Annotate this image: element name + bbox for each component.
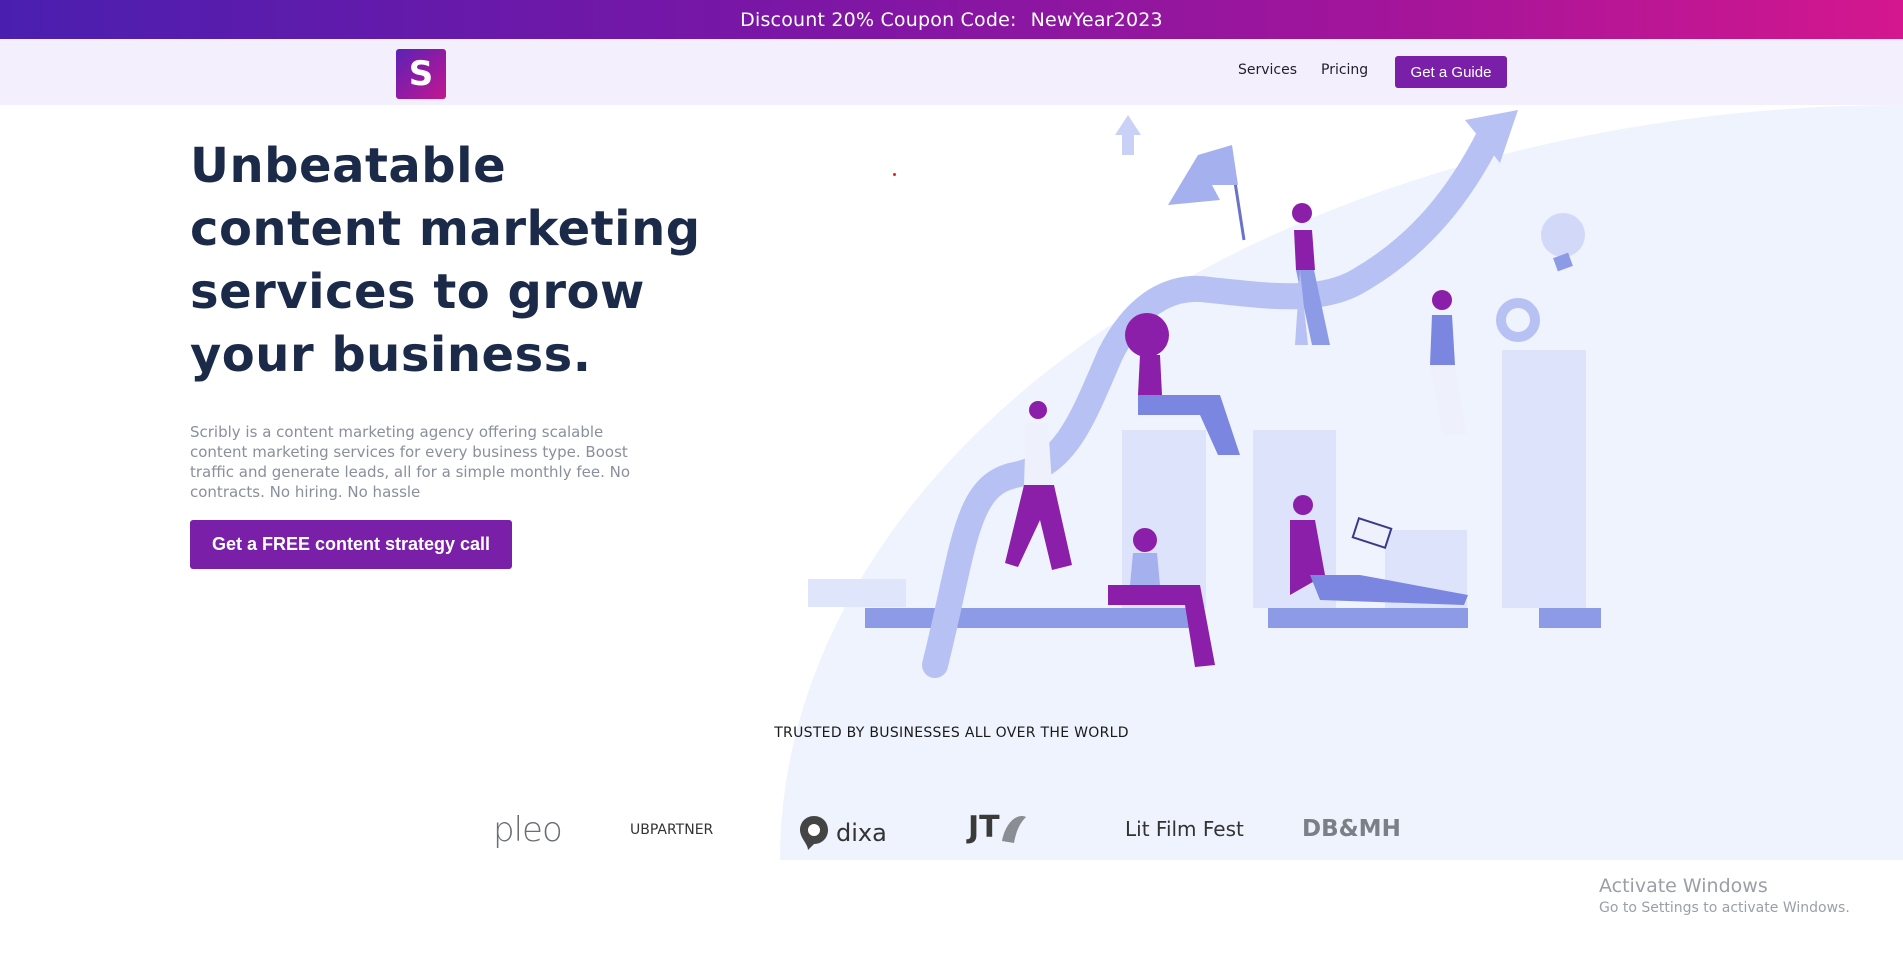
- hero-description: Scribly is a content marketing agency of…: [190, 423, 631, 501]
- logo-pleo: pleo: [493, 810, 563, 850]
- nav-link-pricing[interactable]: Pricing: [1321, 62, 1368, 78]
- logo-ubpartner: UBPARTNER: [630, 822, 714, 838]
- hero-title: Unbeatable content marketing services to…: [190, 138, 701, 383]
- flag-icon: [1168, 145, 1238, 205]
- nav-link-services[interactable]: Services: [1238, 62, 1297, 78]
- windows-activation-title: Activate Windows: [1599, 875, 1768, 897]
- dixa-text: dixa: [836, 819, 887, 847]
- trusted-heading: TRUSTED BY BUSINESSES ALL OVER THE WORLD: [774, 725, 1129, 741]
- logo-jt: JT: [968, 810, 1028, 845]
- lightbulb-icon: [1541, 213, 1585, 257]
- laptop-icon: [1351, 516, 1393, 550]
- donut-icon: [1496, 298, 1540, 342]
- floor-bar-2: [1268, 608, 1468, 628]
- logo-dbmh: DB&MH: [1302, 816, 1401, 842]
- hero-illustration: [808, 110, 1601, 678]
- jt-text: JT: [968, 810, 1000, 845]
- coupon-code: NewYear2023: [1030, 8, 1163, 31]
- jt-wing-icon: [1001, 815, 1026, 843]
- dixa-pin-icon: [800, 816, 828, 850]
- scribly-logo[interactable]: S: [396, 49, 446, 99]
- floor-bar-1: [865, 608, 1189, 628]
- promo-banner: Discount 20% Coupon Code: NewYear2023: [0, 0, 1903, 39]
- navbar: S Services Pricing Get a Guide: [0, 39, 1903, 105]
- client-logos: pleo UBPARTNER dixa JT Lit Film Fest DB&…: [0, 808, 1903, 858]
- free-strategy-call-button[interactable]: Get a FREE content strategy call: [190, 520, 512, 569]
- block-left: [808, 579, 906, 607]
- up-arrow-icon: [1115, 115, 1141, 155]
- floor-bar-3: [1539, 608, 1601, 628]
- column-4: [1502, 350, 1586, 608]
- logo-dixa: dixa: [798, 814, 887, 852]
- windows-activation-subtitle: Go to Settings to activate Windows.: [1599, 900, 1850, 916]
- get-a-guide-button[interactable]: Get a Guide: [1395, 56, 1507, 88]
- logo-lit-film-fest: Lit Film Fest: [1125, 817, 1244, 841]
- promo-text: Discount 20% Coupon Code:: [740, 8, 1017, 31]
